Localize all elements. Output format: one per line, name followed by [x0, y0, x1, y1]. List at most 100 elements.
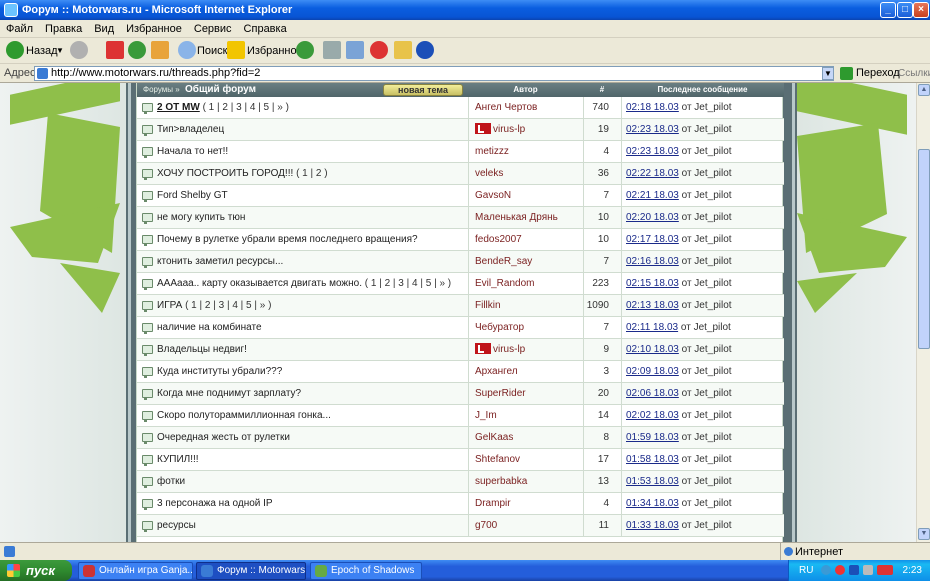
antivirus-icon[interactable] — [835, 565, 845, 575]
last-post-date-link[interactable]: 02:09 18.03 — [626, 366, 679, 377]
menu-help[interactable]: Справка — [238, 20, 293, 38]
last-post-date-link[interactable]: 01:53 18.03 — [626, 476, 679, 487]
topic-title-link[interactable]: AAAaaa.. карту оказывается двигать можно… — [157, 278, 362, 289]
favorites-button[interactable]: Избранное — [247, 41, 303, 61]
start-button[interactable]: пуск — [0, 560, 72, 581]
table-row[interactable]: 3 персонажа на одной IP Drampir 4 01:34 18… — [137, 493, 784, 515]
menu-tools[interactable]: Сервис — [188, 20, 238, 38]
menu-file[interactable]: Файл — [0, 20, 39, 38]
topic-title-link[interactable]: не могу купить тюн — [157, 212, 245, 223]
table-row[interactable]: Владельцы недвиг! virus-lp 9 02:10 18.03 о… — [137, 339, 784, 361]
author-link[interactable]: metizzz — [475, 146, 509, 157]
topic-title-link[interactable]: наличие на комбинате — [157, 322, 262, 333]
topic-title-link[interactable]: ктонить заметил ресурсы... — [157, 256, 283, 267]
bluetooth-icon[interactable] — [416, 41, 434, 59]
scroll-thumb[interactable] — [918, 149, 930, 349]
topic-title-link[interactable]: Тип>владелец — [157, 124, 224, 135]
home-icon[interactable] — [151, 41, 169, 59]
topic-title-link[interactable]: Куда институты убрали??? — [157, 366, 282, 377]
network-icon[interactable] — [821, 565, 831, 575]
last-post-date-link[interactable]: 02:21 18.03 — [626, 190, 679, 201]
topic-title-link[interactable]: Когда мне поднимут зарплату? — [157, 388, 301, 399]
topic-pages[interactable]: ( 1 | 2 | 3 | 4 | 5 | » ) — [365, 278, 451, 289]
author-link[interactable]: GavsoN — [475, 190, 511, 201]
author-link[interactable]: fedos2007 — [475, 234, 522, 245]
author-link[interactable]: Маленькая Дрянь — [475, 212, 558, 223]
print-icon[interactable] — [323, 41, 341, 59]
last-post-date-link[interactable]: 02:22 18.03 — [626, 168, 679, 179]
at-icon[interactable] — [370, 41, 388, 59]
author-link[interactable]: superbabka — [475, 476, 527, 487]
go-button[interactable]: Переход — [840, 66, 900, 81]
table-row[interactable]: AAAaaa.. карту оказывается двигать можно… — [137, 273, 784, 295]
topic-title-link[interactable]: ресурсы — [157, 520, 196, 531]
last-post-date-link[interactable]: 02:23 18.03 — [626, 146, 679, 157]
table-row[interactable]: Скоро полутораммиллионная гонка... J_Im 1… — [137, 405, 784, 427]
author-link[interactable]: Чебуратор — [475, 322, 524, 333]
last-post-date-link[interactable]: 01:33 18.03 — [626, 520, 679, 531]
author-link[interactable]: Evil_Random — [475, 278, 534, 289]
last-post-date-link[interactable]: 02:02 18.03 — [626, 410, 679, 421]
topic-pages[interactable]: ( 1 | 2 | 3 | 4 | 5 | » ) — [185, 300, 271, 311]
topic-title-link[interactable]: Почему в рулетке убрали время последнего… — [157, 234, 418, 245]
search-icon[interactable] — [178, 41, 196, 59]
table-row[interactable]: Куда институты убрали??? Архангел 3 02:09 … — [137, 361, 784, 383]
table-row[interactable]: Ford Shelby GT GavsoN 7 02:21 18.03 от Jet… — [137, 185, 784, 207]
scroll-up-icon[interactable]: ▲ — [918, 84, 930, 96]
table-row[interactable]: ктонить заметил ресурсы... BendeR_say 7 02… — [137, 251, 784, 273]
author-link[interactable]: Drampir — [475, 498, 511, 509]
volume-icon[interactable] — [863, 565, 873, 575]
author-link[interactable]: Ангел Чертов — [475, 102, 537, 113]
refresh-icon[interactable] — [128, 41, 146, 59]
table-row[interactable]: Когда мне поднимут зарплату? SuperRider 2… — [137, 383, 784, 405]
last-post-date-link[interactable]: 02:16 18.03 — [626, 256, 679, 267]
author-link[interactable]: GelKaas — [475, 432, 513, 443]
favorites-star-icon[interactable] — [227, 41, 245, 59]
table-row[interactable]: Тип>владелец virus-lp 19 02:23 18.03 от Je… — [137, 119, 784, 141]
table-row[interactable]: 2 ОТ MW ( 1 | 2 | 3 | 4 | 5 | » ) Ангел Ч… — [137, 97, 784, 119]
table-row[interactable]: Начала то нет!! metizzz 4 02:23 18.03 от J… — [137, 141, 784, 163]
last-post-date-link[interactable]: 02:11 18.03 — [626, 322, 678, 333]
task-epoch[interactable]: Epoch of Shadows — [310, 562, 422, 580]
mail-icon[interactable] — [346, 41, 364, 59]
topic-title-link[interactable]: 2 ОТ MW — [157, 102, 200, 113]
topic-title-link[interactable]: Ford Shelby GT — [157, 190, 228, 201]
last-post-date-link[interactable]: 02:06 18.03 — [626, 388, 679, 399]
last-post-date-link[interactable]: 02:15 18.03 — [626, 278, 679, 289]
author-link[interactable]: g700 — [475, 520, 497, 531]
links-button[interactable]: Ссылки — [898, 68, 930, 79]
menu-edit[interactable]: Правка — [39, 20, 88, 38]
table-row[interactable]: Очередная жесть от рулетки GelKaas 8 01:59… — [137, 427, 784, 449]
history-icon[interactable] — [296, 41, 314, 59]
breadcrumb[interactable]: Форумы » — [143, 83, 180, 97]
author-link[interactable]: BendeR_say — [475, 256, 532, 267]
last-post-date-link[interactable]: 02:17 18.03 — [626, 234, 679, 245]
table-row[interactable]: ХОЧУ ПОСТРОИТЬ ГОРОД!!! ( 1 | 2 ) veleks 3… — [137, 163, 784, 185]
topic-title-link[interactable]: Очередная жесть от рулетки — [157, 432, 290, 443]
language-indicator[interactable]: RU — [799, 560, 813, 581]
stop-icon[interactable] — [106, 41, 124, 59]
table-row[interactable]: Почему в рулетке убрали время последнего… — [137, 229, 784, 251]
author-link[interactable]: Shtefanov — [475, 454, 520, 465]
topic-pages[interactable]: ( 1 | 2 ) — [296, 168, 328, 179]
topic-title-link[interactable]: ИГРА — [157, 300, 182, 311]
menu-favorites[interactable]: Избранное — [120, 20, 188, 38]
topic-title-link[interactable]: Начала то нет!! — [157, 146, 228, 157]
table-row[interactable]: наличие на комбинате Чебуратор 7 02:11 18.… — [137, 317, 784, 339]
menu-view[interactable]: Вид — [88, 20, 120, 38]
topic-pages[interactable]: ( 1 | 2 | 3 | 4 | 5 | » ) — [203, 102, 289, 113]
forward-arrow-icon[interactable] — [70, 41, 88, 59]
last-post-date-link[interactable]: 01:59 18.03 — [626, 432, 679, 443]
topic-title-link[interactable]: КУПИЛ!!! — [157, 454, 199, 465]
topic-title-link[interactable]: ХОЧУ ПОСТРОИТЬ ГОРОД!!! — [157, 168, 293, 179]
table-row[interactable]: фотки superbabka 13 01:53 18.03 от Jet_pil… — [137, 471, 784, 493]
messenger-icon[interactable] — [394, 41, 412, 59]
last-post-date-link[interactable]: 02:10 18.03 — [626, 344, 679, 355]
author-link[interactable]: veleks — [475, 168, 503, 179]
table-row[interactable]: КУПИЛ!!! Shtefanov 17 01:58 18.03 от Jet_p… — [137, 449, 784, 471]
scroll-down-icon[interactable]: ▼ — [918, 528, 930, 540]
author-link[interactable]: SuperRider — [475, 388, 526, 399]
last-post-date-link[interactable]: 02:23 18.03 — [626, 124, 679, 135]
last-post-date-link[interactable]: 01:34 18.03 — [626, 498, 679, 509]
search-button[interactable]: Поиск — [197, 41, 227, 61]
